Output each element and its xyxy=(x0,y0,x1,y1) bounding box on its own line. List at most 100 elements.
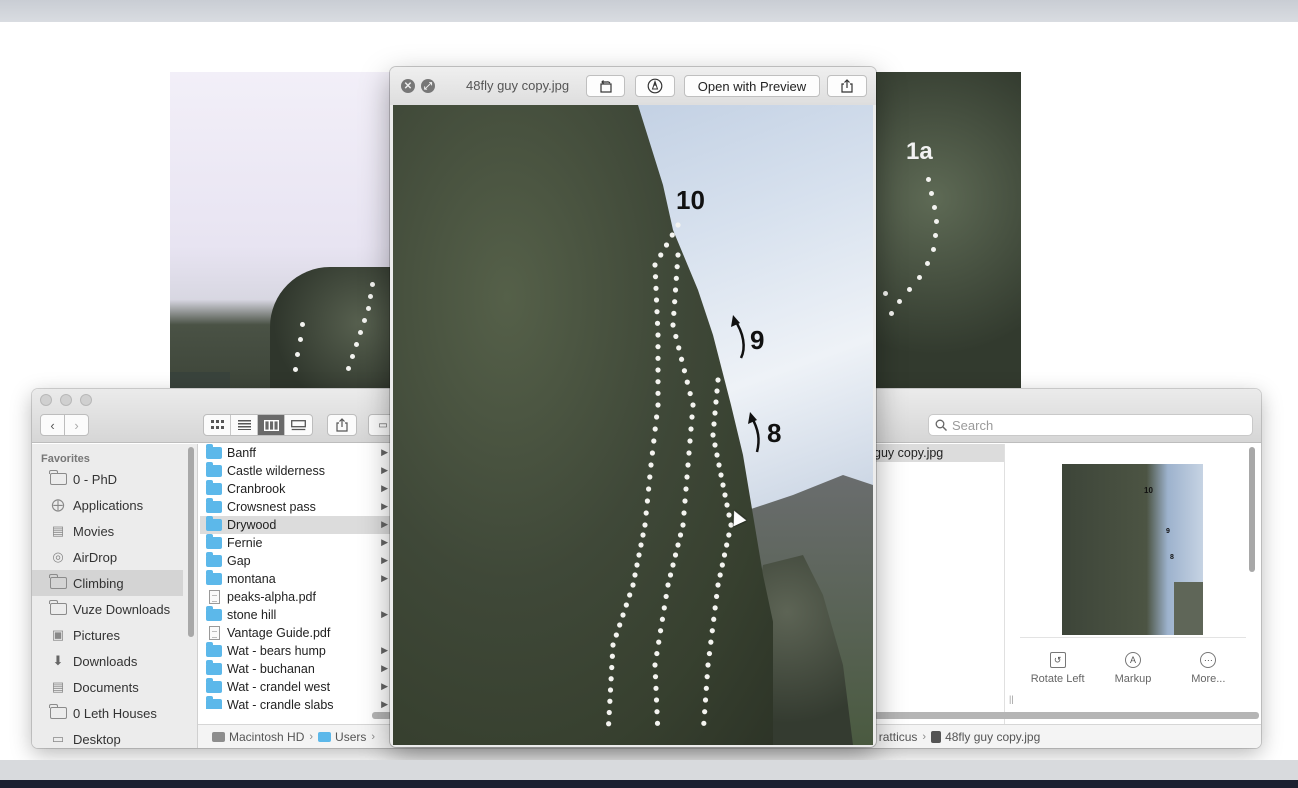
path-label: Macintosh HD xyxy=(229,729,305,744)
list-item-banff[interactable]: Banff ▶ xyxy=(200,444,390,462)
path-users[interactable]: Users xyxy=(318,730,366,744)
item-label: Wat - crandle slabs xyxy=(227,698,334,709)
list-item-crowsnest-pass[interactable]: Crowsnest pass ▶ xyxy=(200,498,390,516)
horizontal-scrollbar[interactable] xyxy=(874,712,1259,719)
search-field[interactable]: Search xyxy=(928,414,1253,436)
list-item-vantage-guide-pdf[interactable]: Vantage Guide.pdf xyxy=(200,624,390,642)
route-dot xyxy=(613,632,619,638)
sidebar-item-airdrop[interactable]: ◎ AirDrop xyxy=(32,544,197,570)
item-label: Banff xyxy=(227,446,256,460)
rotate-button[interactable] xyxy=(586,75,625,97)
minimize-button[interactable] xyxy=(60,394,72,406)
item-label: Drywood xyxy=(227,518,277,532)
rotate-left-action[interactable]: ↺ Rotate Left xyxy=(1023,652,1093,707)
list-item-wat-buchanan[interactable]: Wat - buchanan ▶ xyxy=(200,660,390,678)
sidebar-item-leth-houses[interactable]: 0 Leth Houses xyxy=(32,700,197,726)
path-macintosh-hd[interactable]: Macintosh HD xyxy=(212,730,304,744)
sidebar-item-label: 0 Leth Houses xyxy=(73,705,157,721)
path-current-file[interactable]: 48fly guy copy.jpg xyxy=(931,730,1040,744)
share-button[interactable] xyxy=(327,414,357,436)
route-dot xyxy=(655,344,661,350)
chevron-right-icon: ▶ xyxy=(381,663,388,673)
forward-button[interactable]: › xyxy=(64,414,89,436)
sidebar-item-label: Movies xyxy=(73,523,115,539)
item-label: Wat - bears hump xyxy=(227,644,326,658)
markup-button[interactable] xyxy=(635,75,675,97)
sidebar-item-climbing[interactable]: Climbing xyxy=(32,570,183,596)
folder-icon xyxy=(318,731,332,742)
route-dot xyxy=(607,687,614,693)
column-resize-handle[interactable]: || xyxy=(1009,694,1014,704)
finder-column-climbing: Banff ▶ Castle wilderness ▶ Cranbrook ▶ Cro… xyxy=(200,444,390,709)
route-dot xyxy=(715,377,721,383)
route-dot xyxy=(702,709,708,715)
folder-icon xyxy=(206,678,222,693)
route-dot xyxy=(671,310,677,316)
route-dot xyxy=(657,628,664,634)
sidebar-item-phd[interactable]: 0 - PhD xyxy=(32,466,197,492)
route-dot xyxy=(665,582,671,588)
sidebar-item-documents[interactable]: ▤ Documents xyxy=(32,674,197,700)
route-dot xyxy=(718,472,724,478)
list-item-wat-crandel-west[interactable]: Wat - crandel west ▶ xyxy=(200,678,390,696)
item-label: peaks-alpha.pdf xyxy=(227,590,316,604)
markup-pen-icon xyxy=(647,78,663,94)
open-with-preview-button[interactable]: Open with Preview xyxy=(684,75,820,97)
list-item-wat-crandle-slabs[interactable]: Wat - crandle slabs ▶ xyxy=(200,696,390,709)
folder-icon xyxy=(206,534,222,549)
search-placeholder: Search xyxy=(952,417,994,433)
sidebar-item-vuze-downloads[interactable]: Vuze Downloads xyxy=(32,596,197,622)
route-dot xyxy=(670,322,676,328)
image-file-icon xyxy=(931,730,942,743)
list-item-wat-bears-hump[interactable]: Wat - bears hump ▶ xyxy=(200,642,390,660)
list-view-button[interactable] xyxy=(231,415,258,435)
sidebar-scrollbar[interactable] xyxy=(188,447,194,637)
preview-vertical-scrollbar[interactable] xyxy=(1249,447,1255,572)
icon-view-button[interactable] xyxy=(204,415,231,435)
folder-icon xyxy=(206,552,222,567)
sidebar-item-downloads[interactable]: ⬇ Downloads xyxy=(32,648,197,674)
route-dot xyxy=(659,616,666,622)
route-dot xyxy=(653,697,660,703)
sidebar-item-pictures[interactable]: ▣ Pictures xyxy=(32,622,197,648)
list-item-gap[interactable]: Gap ▶ xyxy=(200,552,390,570)
chevron-right-icon: ▶ xyxy=(381,465,388,475)
column-view-button[interactable] xyxy=(258,415,285,435)
list-item-fernie[interactable]: Fernie ▶ xyxy=(200,534,390,552)
quick-actions: ↺ Rotate Left A Markup ⋯ More... xyxy=(1020,637,1246,707)
route-dot xyxy=(655,402,661,408)
list-item-cranbrook[interactable]: Cranbrook ▶ xyxy=(200,480,390,498)
dock-edge xyxy=(0,760,1298,788)
route-dot xyxy=(703,685,709,691)
list-item-stone-hill[interactable]: stone hill ▶ xyxy=(200,606,390,624)
route-dot xyxy=(623,602,629,608)
back-button[interactable]: ‹ xyxy=(40,414,65,436)
column-horizontal-scrollbar[interactable] xyxy=(372,712,392,719)
gallery-view-button[interactable] xyxy=(285,415,312,435)
list-item-peaks-alpha-pdf[interactable]: peaks-alpha.pdf xyxy=(200,588,390,606)
route-dot xyxy=(620,612,626,618)
route-dot xyxy=(647,474,653,480)
sidebar-item-desktop[interactable]: ▭ Desktop xyxy=(32,726,197,748)
hard-drive-icon xyxy=(212,731,225,742)
list-item-selected-file[interactable]: guy copy.jpg xyxy=(872,444,1004,462)
markup-action[interactable]: A Markup xyxy=(1098,652,1168,707)
more-action[interactable]: ⋯ More... xyxy=(1173,652,1243,707)
list-item-drywood[interactable]: Drywood ▶ xyxy=(200,516,390,534)
list-item-montana[interactable]: montana ▶ xyxy=(200,570,390,588)
search-icon xyxy=(935,419,947,431)
zoom-button[interactable] xyxy=(80,394,92,406)
close-button[interactable] xyxy=(40,394,52,406)
background-photo-right: 1a xyxy=(876,72,1021,388)
close-button[interactable]: ✕ xyxy=(401,79,415,93)
sidebar-item-label: Documents xyxy=(73,679,139,695)
route-dot xyxy=(724,542,730,548)
route-dot xyxy=(648,462,654,468)
sidebar-item-applications[interactable]: ⨁ Applications xyxy=(32,492,197,518)
fullscreen-button[interactable]: ⤢ xyxy=(421,79,435,93)
folder-icon xyxy=(206,462,222,477)
sidebar-item-movies[interactable]: ▤ Movies xyxy=(32,518,197,544)
route-dot xyxy=(702,697,709,703)
share-button[interactable] xyxy=(827,75,867,97)
list-item-castle-wilderness[interactable]: Castle wilderness ▶ xyxy=(200,462,390,480)
